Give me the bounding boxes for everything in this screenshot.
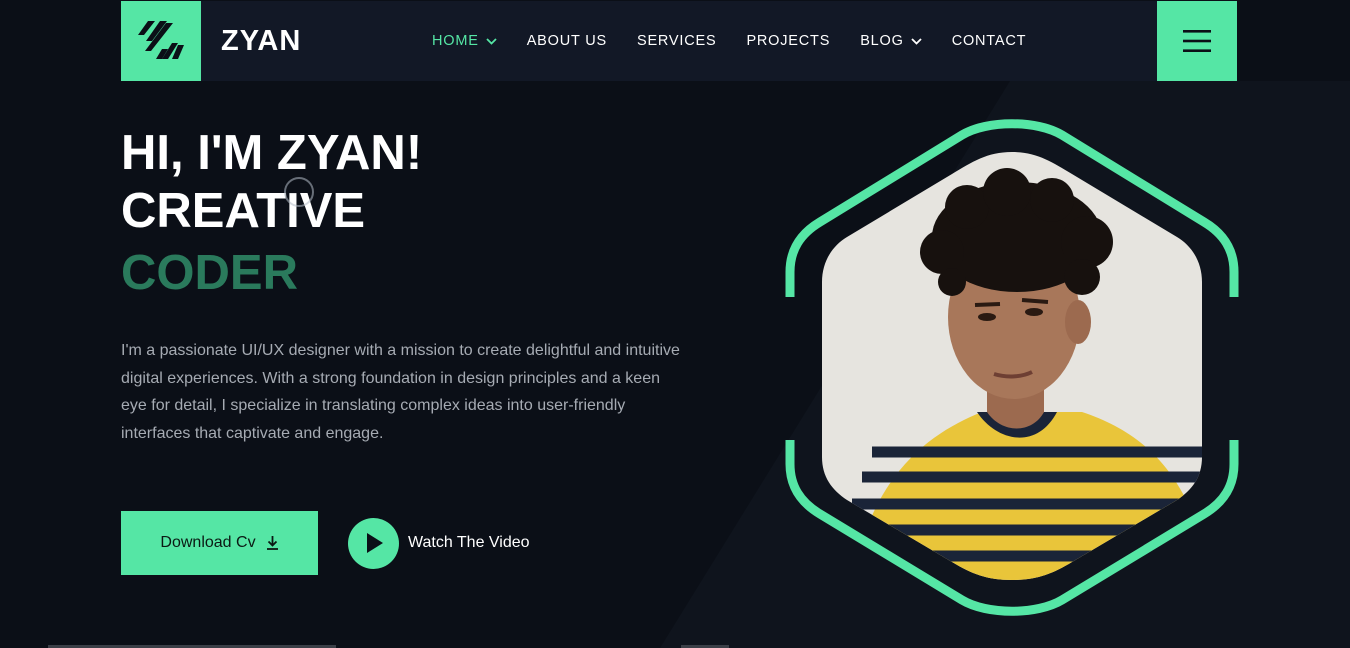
nav-item-label: CONTACT (951, 33, 1027, 49)
nav-item-blog[interactable]: BLOG (860, 33, 922, 49)
play-button[interactable] (348, 517, 399, 569)
hero-line-3: CODER (121, 246, 298, 300)
nav-item-services[interactable]: SERVICES (637, 33, 716, 49)
watch-video-label: Watch The Video (408, 534, 530, 551)
download-icon (266, 536, 279, 550)
slash-lines-logo-icon (138, 21, 184, 59)
hero-line-2: CREATIVE (121, 184, 366, 238)
site-header: ZYAN HOME ABOUT US SERVICES PROJECTS BLO… (121, 1, 1237, 81)
watch-video-button[interactable]: Watch The Video (348, 517, 530, 569)
hero-heading: HI, I'M ZYAN! CREATIVE CODER (121, 124, 422, 302)
download-cv-label: Download Cv (160, 534, 256, 551)
hamburger-menu-icon (1183, 30, 1211, 52)
nav-item-label: HOME (432, 33, 479, 49)
nav-item-home[interactable]: HOME (432, 33, 497, 49)
nav-item-about-us[interactable]: ABOUT US (527, 33, 607, 49)
play-icon (366, 533, 383, 553)
chevron-down-icon (911, 37, 922, 45)
nav-item-projects[interactable]: PROJECTS (746, 33, 830, 49)
hero-description: I'm a passionate UI/UX designer with a m… (121, 342, 680, 442)
profile-portrait (785, 119, 1239, 616)
brand-name[interactable]: ZYAN (221, 1, 301, 81)
nav-item-contact[interactable]: CONTACT (952, 33, 1027, 49)
cursor-ring (284, 177, 314, 207)
nav-item-label: BLOG (860, 33, 904, 49)
hamburger-menu-button[interactable] (1157, 1, 1237, 81)
main-nav: HOME ABOUT US SERVICES PROJECTS BLOG CON… (432, 1, 1056, 81)
nav-item-label: ABOUT US (526, 33, 607, 49)
nav-item-label: SERVICES (636, 33, 717, 49)
download-cv-button[interactable]: Download Cv (121, 511, 318, 575)
logo[interactable] (121, 1, 201, 81)
chevron-down-icon (486, 37, 497, 45)
nav-item-label: PROJECTS (746, 33, 831, 49)
hero-line-1: HI, I'M ZYAN! (121, 126, 423, 180)
